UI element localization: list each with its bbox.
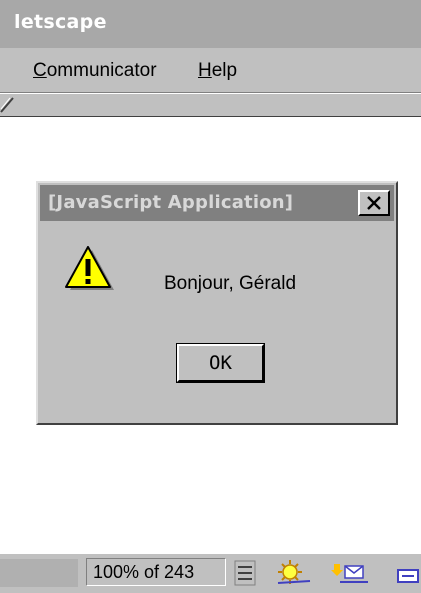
- ok-button[interactable]: OK: [176, 343, 265, 383]
- statusbar: 100% of 243: [0, 553, 421, 593]
- menu-communicator-hotkey: C: [33, 60, 47, 81]
- close-icon: [367, 196, 381, 210]
- app-titlebar: letscape: [0, 0, 421, 48]
- toolbar-grip-icon[interactable]: [0, 94, 14, 114]
- menubar: Communicator Help: [0, 48, 421, 93]
- navigator-icon[interactable]: [272, 560, 312, 586]
- dialog-title: [JavaScript Application]: [48, 192, 294, 213]
- mail-icon[interactable]: [330, 560, 370, 586]
- app-title: letscape: [14, 11, 107, 33]
- dialog-titlebar: [JavaScript Application]: [40, 185, 394, 221]
- menu-help-label: elp: [211, 60, 238, 81]
- alert-dialog: [JavaScript Application] Bonjour, Gérald…: [36, 181, 398, 425]
- component-bar-icon[interactable]: [234, 560, 256, 586]
- toolbar-strip: [0, 93, 421, 118]
- dialog-message: Bonjour, Gérald: [164, 273, 297, 294]
- menu-help-hotkey: H: [198, 60, 212, 81]
- menu-help[interactable]: Help: [198, 60, 237, 82]
- close-button[interactable]: [358, 190, 390, 216]
- menu-communicator[interactable]: Communicator: [33, 60, 157, 82]
- status-progress-text: 100% of 243: [86, 558, 226, 586]
- warning-icon: [65, 246, 114, 290]
- composer-icon[interactable]: [396, 560, 421, 586]
- menu-communicator-label: ommunicator: [46, 60, 157, 81]
- status-security-area: [0, 559, 78, 587]
